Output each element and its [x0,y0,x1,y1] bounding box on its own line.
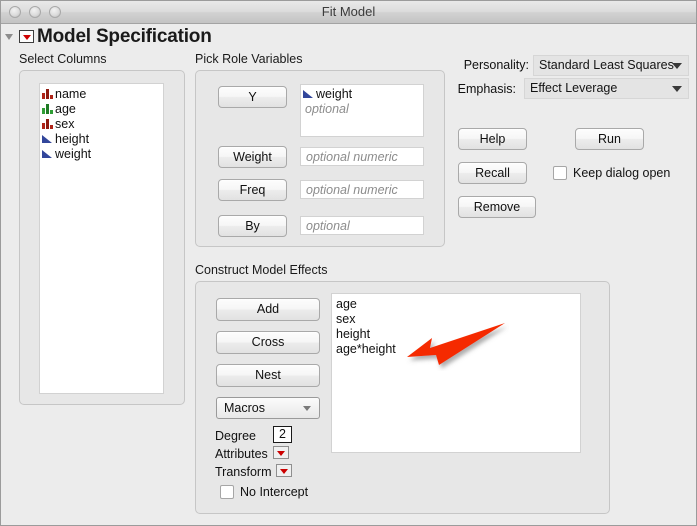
chevron-down-icon [303,406,311,411]
recall-button[interactable]: Recall [458,162,527,184]
macros-dropdown[interactable]: Macros [216,397,320,419]
effect-name: age*height [336,342,396,356]
model-specification-header: Model Specification [1,24,696,52]
list-item[interactable]: height [332,327,580,342]
attributes-dropdown[interactable] [273,446,289,459]
emphasis-label: Emphasis: [457,82,516,96]
cross-effect-button[interactable]: Cross [216,331,320,354]
add-effect-button[interactable]: Add [216,298,320,321]
disclosure-triangle-icon[interactable] [5,34,13,40]
no-intercept-checkbox[interactable] [220,485,234,499]
effect-name: height [336,327,371,341]
column-name: height [55,132,90,147]
list-item[interactable]: sex [332,312,580,327]
page-title: Model Specification [37,26,212,47]
red-triangle-glyph [280,469,288,474]
list-item[interactable]: age*height [332,342,580,357]
list-item[interactable]: age [40,102,163,117]
window-title: Fit Model [321,4,376,19]
continuous-blue-triangle-icon [303,88,314,99]
column-name: sex [55,117,75,132]
freq-role-field[interactable]: optional numeric [300,180,424,199]
select-columns-label: Select Columns [19,52,107,66]
list-item[interactable]: age [332,297,580,312]
weight-role-button[interactable]: Weight [218,146,287,168]
remove-button[interactable]: Remove [458,196,536,218]
transform-dropdown[interactable] [276,464,292,477]
freq-role-button[interactable]: Freq [218,179,287,201]
y-role-button[interactable]: Y [218,86,287,108]
attributes-label: Attributes [215,447,268,461]
red-triangle-glyph [23,35,31,40]
by-role-button[interactable]: By [218,215,287,237]
help-button[interactable]: Help [458,128,527,150]
by-role-field[interactable]: optional [300,216,424,235]
fit-model-window: Fit Model Model Specification Select Col… [0,0,697,526]
continuous-blue-triangle-icon [42,133,53,144]
list-item[interactable]: sex [40,117,163,132]
window-titlebar: Fit Model [1,1,696,24]
column-name: name [55,87,87,102]
y-role-value: weight [316,87,353,102]
personality-value: Standard Least Squares [539,58,674,72]
emphasis-dropdown[interactable]: Effect Leverage [524,78,689,99]
continuous-blue-triangle-icon [42,148,53,159]
run-button[interactable]: Run [575,128,644,150]
select-columns-listbox[interactable]: name age sex height weight [39,83,164,394]
chevron-down-icon [672,63,682,69]
degree-label: Degree [215,429,256,443]
no-intercept-label: No Intercept [240,485,309,499]
keep-dialog-open-label: Keep dialog open [573,166,671,180]
degree-input[interactable]: 2 [273,426,292,443]
pick-role-variables-label: Pick Role Variables [195,52,303,66]
list-item[interactable]: weight [40,147,163,162]
red-triangle-glyph [277,451,285,456]
personality-dropdown[interactable]: Standard Least Squares [533,55,689,76]
emphasis-value: Effect Leverage [530,81,618,95]
nominal-red-bars-icon [42,118,53,129]
personality-label: Personality: [463,58,529,72]
model-effects-listbox[interactable]: age sex height age*height [331,293,581,453]
construct-model-effects-label: Construct Model Effects [195,263,328,277]
red-triangle-menu-icon[interactable] [19,30,34,43]
list-item[interactable]: name [40,87,163,102]
effect-name: sex [336,312,356,326]
list-item[interactable]: height [40,132,163,147]
macros-label: Macros [224,401,265,415]
keep-dialog-open-checkbox[interactable] [553,166,567,180]
effect-name: age [336,297,357,311]
ordinal-green-bars-icon [42,103,53,114]
nominal-red-bars-icon [42,88,53,99]
y-role-placeholder: optional [305,102,349,116]
chevron-down-icon [672,86,682,92]
weight-role-field[interactable]: optional numeric [300,147,424,166]
nest-effect-button[interactable]: Nest [216,364,320,387]
transform-label: Transform [215,465,272,479]
column-name: age [55,102,76,117]
column-name: weight [55,147,92,162]
